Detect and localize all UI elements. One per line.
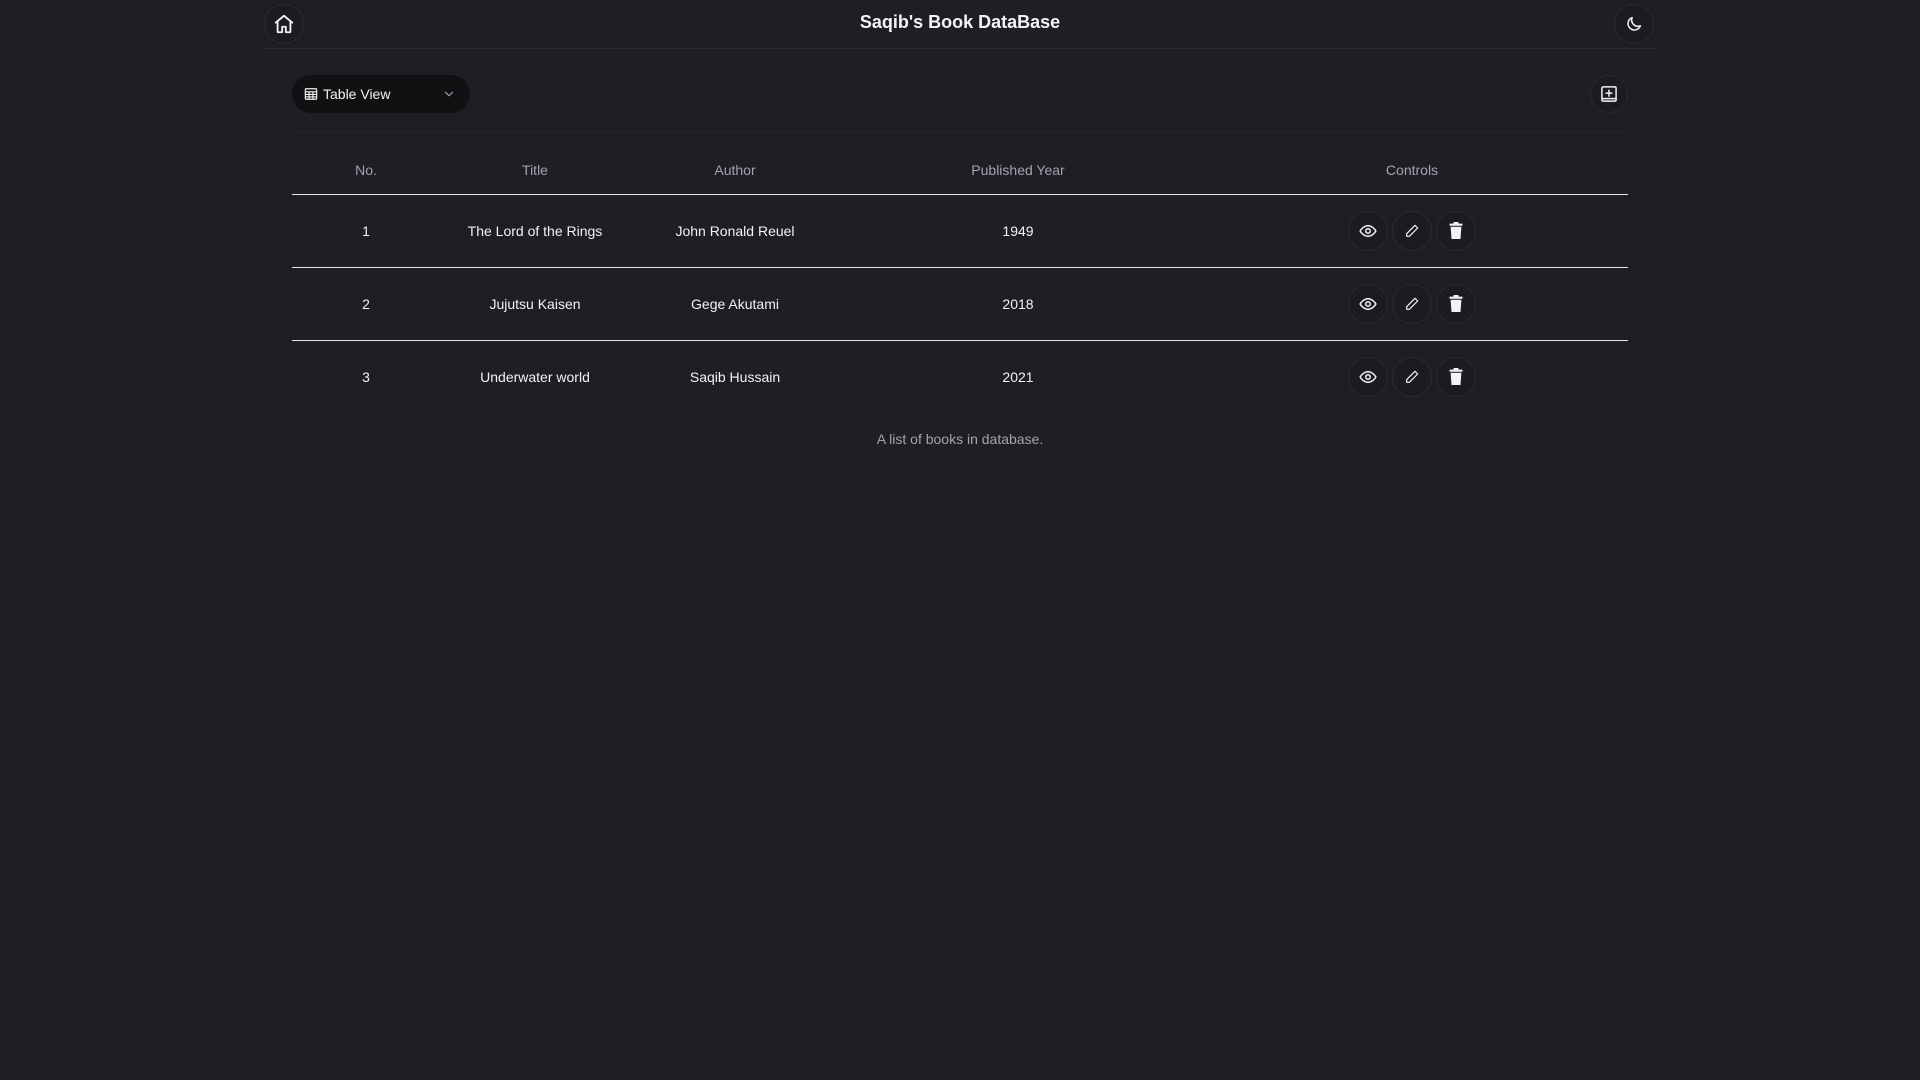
cell-no: 2 <box>292 267 440 341</box>
pencil-icon <box>1404 296 1420 312</box>
column-header-title: Title <box>440 146 630 195</box>
cell-author: John Ronald Reuel <box>630 194 840 268</box>
pencil-icon <box>1404 369 1420 385</box>
add-book-button[interactable] <box>1590 75 1628 113</box>
column-header-controls: Controls <box>1196 146 1628 195</box>
table-icon <box>304 87 318 101</box>
page-title: Saqib's Book DataBase <box>859 12 1061 32</box>
app-header: Saqib's Book DataBase <box>262 0 1658 49</box>
add-book-icon <box>1599 84 1619 104</box>
toolbar: Table View <box>292 75 1628 132</box>
cell-author: Saqib Hussain <box>689 369 781 385</box>
cell-controls <box>1196 267 1628 341</box>
delete-book-button[interactable] <box>1436 284 1476 324</box>
cell-title: The Lord of the Rings <box>440 194 630 268</box>
cell-year: 2021 <box>1002 369 1034 385</box>
cell-no: 1 <box>292 194 440 268</box>
table-row: 3 Underwater world Saqib Hussain 2021 <box>292 341 1628 414</box>
delete-book-button[interactable] <box>1436 211 1476 251</box>
eye-icon <box>1359 222 1377 240</box>
view-select[interactable]: Table View <box>292 75 470 113</box>
table-row: 1 The Lord of the Rings John Ronald Reue… <box>292 194 1628 268</box>
eye-icon <box>1359 295 1377 313</box>
column-header-published-year: Published Year <box>840 146 1196 195</box>
trash-icon <box>1449 222 1463 240</box>
pencil-icon <box>1404 223 1420 239</box>
books-table: No. Title Author Published Year Controls… <box>292 146 1628 413</box>
edit-book-button[interactable] <box>1392 211 1432 251</box>
cell-title: Underwater world <box>480 369 590 385</box>
table-row: 2 Jujutsu Kaisen Gege Akutami 2018 <box>292 267 1628 341</box>
view-select-value: Table View <box>323 86 391 102</box>
trash-icon <box>1449 295 1463 313</box>
edit-book-button[interactable] <box>1392 284 1432 324</box>
cell-no: 3 <box>362 369 370 385</box>
cell-title: Jujutsu Kaisen <box>440 267 630 341</box>
theme-toggle-button[interactable] <box>1614 4 1654 44</box>
delete-book-button[interactable] <box>1436 357 1476 397</box>
column-header-author: Author <box>630 146 840 195</box>
view-book-button[interactable] <box>1348 211 1388 251</box>
trash-icon <box>1449 368 1463 386</box>
table-header-row: No. Title Author Published Year Controls <box>292 146 1628 195</box>
cell-author: Gege Akutami <box>630 267 840 341</box>
cell-controls <box>1196 194 1628 268</box>
table-caption: A list of books in database. <box>876 431 1044 447</box>
column-header-no: No. <box>292 146 440 195</box>
cell-year: 2018 <box>840 267 1196 341</box>
cell-controls <box>1196 341 1628 414</box>
view-book-button[interactable] <box>1348 357 1388 397</box>
moon-icon <box>1625 15 1643 33</box>
eye-icon <box>1359 368 1377 386</box>
view-book-button[interactable] <box>1348 284 1388 324</box>
chevron-down-icon <box>442 87 456 101</box>
edit-book-button[interactable] <box>1392 357 1432 397</box>
cell-year: 1949 <box>840 194 1196 268</box>
